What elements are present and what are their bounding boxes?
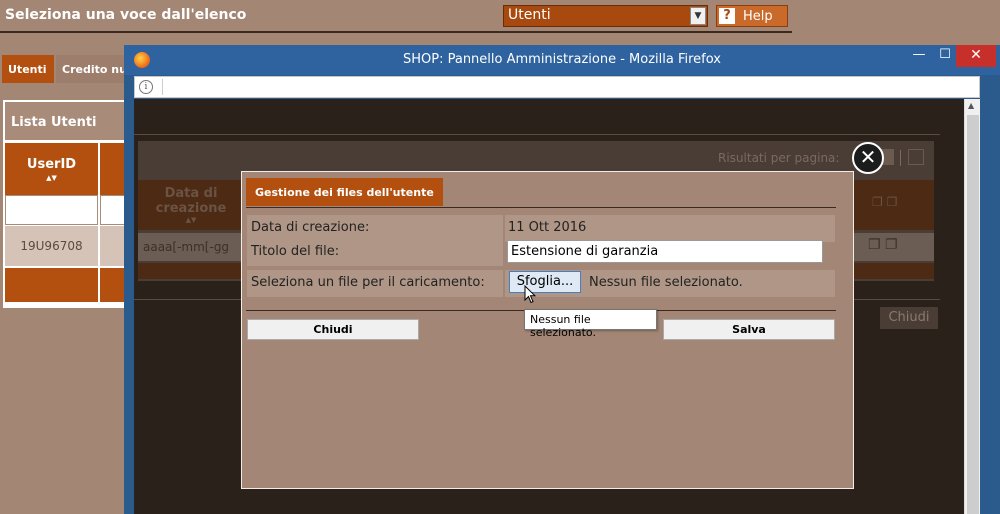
window-title: SHOP: Pannello Amministrazione - Mozilla… (402, 52, 722, 67)
upload-label: Seleziona un file per il caricamento: (247, 270, 503, 297)
save-button[interactable]: Salva (663, 319, 835, 340)
column-header-label: UserID (26, 157, 77, 172)
sort-icon[interactable]: ▲▼ (152, 216, 230, 224)
help-label: Help (743, 9, 773, 24)
title-divider (0, 31, 792, 33)
address-bar[interactable]: i (134, 76, 980, 98)
question-icon: ? (719, 8, 735, 24)
close-button[interactable]: Chiudi (247, 319, 419, 340)
row-actions-icon[interactable]: ❐ ❐ (868, 237, 916, 255)
column-header-userid[interactable]: UserID ▲▼ (5, 143, 98, 195)
column-header-date[interactable]: Data di creazione ▲▼ (152, 186, 230, 224)
creation-date-row: Data di creazione: 11 Ott 2016 (247, 215, 835, 242)
date-filter-input[interactable]: aaaa[-mm[-gg (140, 236, 236, 258)
header-actions-icon[interactable]: ❐ ❐ (872, 195, 908, 211)
help-button[interactable]: ? Help (716, 5, 788, 27)
scroll-up-icon[interactable]: ▲ (968, 101, 974, 110)
window-close-button[interactable]: ✕ (956, 45, 996, 67)
add-file-icon[interactable] (908, 149, 924, 165)
dialog-heading: Gestione dei files dell'utente (246, 178, 443, 206)
chevron-down-icon[interactable]: ▼ (690, 7, 706, 25)
vertical-scrollbar[interactable]: ▲ (964, 99, 980, 514)
creation-date-value: 11 Ott 2016 (505, 215, 835, 242)
table-footer (5, 268, 98, 302)
table-row-userid[interactable]: 19U96708 (5, 226, 98, 266)
users-list-panel: Lista Utenti UserID ▲▼ 19U96708 (3, 100, 128, 308)
tab-utenti[interactable]: Utenti (2, 55, 54, 83)
entity-select[interactable]: Utenti ▼ (503, 5, 708, 27)
results-per-page-label: Risultati per pagina: (718, 151, 840, 165)
creation-date-label: Data di creazione: (247, 215, 503, 242)
mouse-cursor-icon (524, 285, 536, 304)
close-icon[interactable]: ✕ (852, 142, 884, 174)
window-titlebar[interactable]: SHOP: Pannello Amministrazione - Mozilla… (124, 45, 1000, 75)
upload-row: Seleziona un file per il caricamento: Sf… (247, 270, 835, 297)
file-title-label: Titolo del file: (247, 239, 503, 266)
file-title-input[interactable]: Estensione di garanzia (507, 240, 823, 263)
no-file-text: Nessun file selezionato. (589, 275, 743, 290)
divider (162, 79, 163, 95)
file-manager-dialog: Gestione dei files dell'utente Data di c… (241, 171, 854, 489)
divider (246, 207, 836, 208)
tab-credito[interactable]: Credito nu (56, 55, 126, 83)
page-title: Seleziona una voce dall'elenco (5, 7, 247, 23)
maximize-button[interactable]: ☐ (932, 45, 958, 67)
sort-icon[interactable]: ▲▼ (5, 174, 98, 182)
column-header-label: Data di creazione (155, 186, 227, 216)
page-close-button[interactable]: Chiudi (880, 307, 938, 329)
tooltip: Nessun file selezionato. (524, 309, 657, 339)
entity-select-value: Utenti (508, 7, 551, 23)
minimize-button[interactable]: — (906, 45, 932, 67)
info-icon[interactable]: i (139, 80, 153, 94)
file-title-row: Titolo del file: Estensione di garanzia (247, 239, 835, 266)
users-list-title: Lista Utenti (5, 102, 126, 140)
divider (134, 134, 940, 135)
divider (900, 150, 901, 166)
browse-button[interactable]: Sfoglia... (509, 271, 581, 293)
scrollbar-thumb[interactable] (967, 115, 979, 514)
userid-filter-input[interactable] (5, 195, 98, 225)
